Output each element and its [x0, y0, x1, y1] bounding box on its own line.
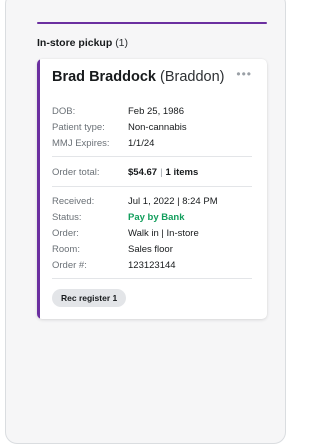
card-accent-bar	[37, 59, 40, 319]
status-value: Pay by Bank	[128, 212, 185, 223]
order-number-value: 123123144	[128, 260, 176, 271]
section-title: In-store pickup	[37, 37, 113, 49]
divider	[52, 156, 252, 157]
order-number-label: Order #:	[52, 260, 87, 271]
patient-type-label: Patient type:	[52, 122, 105, 133]
order-total-value: $54.67 | 1 items	[128, 167, 198, 178]
dob-label: DOB:	[52, 106, 76, 117]
divider	[52, 186, 252, 187]
order-type-label: Order:	[52, 228, 79, 239]
mmj-expires-label: MMJ Expires:	[52, 138, 110, 149]
dob-value: Feb 25, 1986	[128, 106, 184, 117]
divider	[52, 278, 252, 279]
customer-name-row: Brad Braddock (Braddon)	[52, 69, 224, 85]
order-card[interactable]: Brad Braddock (Braddon) ••• DOB: Feb 25,…	[37, 59, 267, 319]
total-separator: |	[160, 167, 163, 178]
item-count: 1 items	[165, 167, 199, 178]
patient-type-value: Non-cannabis	[128, 122, 187, 133]
register-chip[interactable]: Rec register 1	[52, 289, 127, 307]
room-label: Room:	[52, 244, 80, 255]
mmj-expires-value: 1/1/24	[128, 138, 155, 149]
more-horizontal-icon[interactable]: •••	[236, 68, 252, 80]
section-header: In-store pickup (1)	[37, 37, 128, 49]
order-total-amount: $54.67	[128, 167, 158, 178]
order-total-label: Order total:	[52, 167, 100, 178]
order-type-value: Walk in | In-store	[128, 228, 199, 239]
section-count: (1)	[115, 37, 129, 49]
section-accent-rule	[37, 22, 267, 24]
customer-name: Brad Braddock	[52, 69, 156, 85]
status-label: Status:	[52, 212, 82, 223]
received-label: Received:	[52, 196, 95, 207]
customer-nickname: (Braddon)	[159, 69, 225, 85]
received-value: Jul 1, 2022 | 8:24 PM	[128, 196, 218, 207]
room-value: Sales floor	[128, 244, 173, 255]
